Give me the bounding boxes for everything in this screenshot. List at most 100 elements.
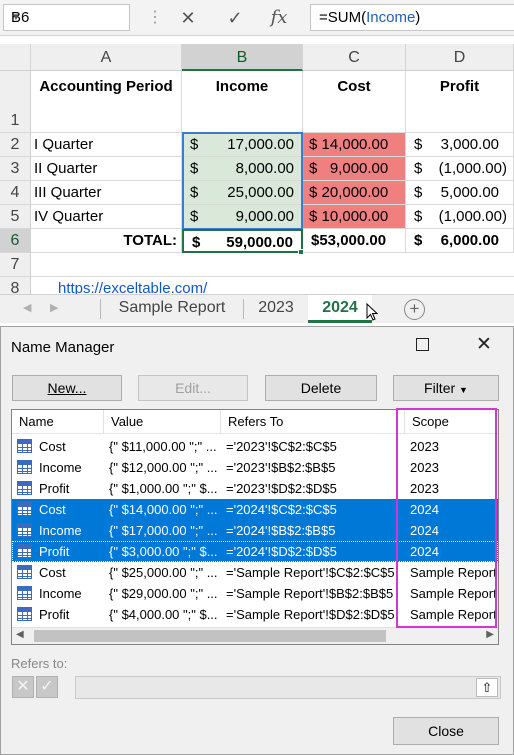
defined-name-icon (17, 565, 32, 579)
filter-button[interactable]: Filter ▼ (393, 375, 499, 401)
cell-profit-q2[interactable]: $ (1,000.00) (406, 157, 514, 181)
scrollbar-thumb[interactable] (34, 630, 386, 642)
tab-sample-report[interactable]: Sample Report (104, 295, 240, 323)
total-profit-value: 6,000.00 (440, 232, 499, 249)
defined-name-icon (17, 460, 32, 474)
name-cell: Profit (39, 481, 70, 496)
currency-symbol: $ (414, 136, 423, 153)
header-profit[interactable]: Profit (406, 71, 514, 133)
cell-total-cost[interactable]: $53,000.00 (303, 229, 406, 253)
row-header-1[interactable]: 1 (0, 71, 31, 133)
tab-scroll-left-icon[interactable]: ◀ (23, 301, 31, 314)
value-cell: {" $25,000.00 ";" ... (109, 565, 218, 580)
tab-2024[interactable]: 2024 (308, 295, 372, 323)
column-header-d[interactable]: D (406, 44, 514, 71)
column-name[interactable]: Name (12, 410, 104, 434)
cell-income-q1[interactable]: $17,000.00 (182, 133, 303, 157)
enter-icon[interactable]: ✓ (220, 5, 250, 31)
header-cost[interactable]: Cost (303, 71, 406, 133)
defined-name-icon (17, 544, 32, 558)
refers-to-cell: ='2024'!$B$2:$B$5 (226, 523, 336, 538)
chevron-down-icon[interactable]: ▼ (11, 12, 123, 23)
cancel-icon[interactable]: ✕ (173, 5, 203, 31)
formula-input[interactable]: =SUM(Income) (310, 4, 514, 31)
insert-function-button[interactable]: fx (264, 5, 294, 31)
row-header-2[interactable]: 2 (0, 133, 31, 157)
drag-handle-icon[interactable]: ⋮ (147, 7, 163, 27)
cell-income-q3[interactable]: $25,000.00 (182, 181, 303, 205)
value-cell: {" $14,000.00 ";" ... (109, 502, 218, 517)
name-cell: Profit (39, 607, 70, 622)
new-button[interactable]: New... (12, 375, 122, 401)
row-header-3[interactable]: 3 (0, 157, 31, 181)
cell-income-q4[interactable]: $9,000.00 (182, 205, 303, 229)
refers-to-cell: ='2023'!$C$2:$C$5 (226, 439, 337, 454)
refers-to-input[interactable]: ⇧ (75, 676, 501, 699)
cell-income-q2[interactable]: $8,000.00 (182, 157, 303, 181)
collapse-dialog-icon[interactable]: ⇧ (476, 678, 498, 697)
row-header-6[interactable]: 6 (0, 229, 31, 253)
filter-button-label: Filter (424, 380, 456, 396)
profit-value: (1,000.00) (438, 208, 507, 225)
column-header-a[interactable]: A (31, 44, 182, 71)
horizontal-scrollbar[interactable]: ◀ ▶ (12, 627, 498, 644)
header-income[interactable]: Income (182, 71, 303, 133)
scope-highlight-box (396, 408, 497, 628)
refers-to-cell: ='Sample Report'!$C$2:$C$5 (226, 565, 395, 580)
column-value[interactable]: Value (104, 410, 221, 434)
maximize-icon (416, 338, 429, 351)
row-7-cells[interactable] (31, 253, 514, 277)
maximize-button[interactable] (411, 335, 435, 357)
close-button[interactable]: Close (393, 717, 499, 745)
column-header-b[interactable]: B (182, 44, 303, 71)
cell-period-q2[interactable]: II Quarter (31, 157, 182, 181)
tab-2023[interactable]: 2023 (246, 295, 306, 323)
value-cell: {" $3,000.00 ";" $... (109, 544, 218, 559)
cell-total-label[interactable]: TOTAL: (31, 229, 182, 253)
income-value: 25,000.00 (227, 184, 294, 201)
cell-profit-q1[interactable]: $3,000.00 (406, 133, 514, 157)
profit-value: 5,000.00 (440, 184, 499, 201)
tab-scroll-right-icon[interactable]: ▶ (50, 301, 58, 314)
row-header-5[interactable]: 5 (0, 205, 31, 229)
column-refers-to[interactable]: Refers To (221, 410, 405, 434)
currency-symbol: $ (414, 208, 423, 225)
refers-to-cell: ='2024'!$C$2:$C$5 (226, 502, 337, 517)
column-header-c[interactable]: C (303, 44, 406, 71)
currency-symbol: $ (190, 160, 199, 177)
header-accounting-period[interactable]: Accounting Period (31, 71, 182, 133)
formula-range-name: Income (366, 9, 416, 26)
scroll-right-icon[interactable]: ▶ (486, 629, 494, 640)
cell-period-q1[interactable]: I Quarter (31, 133, 182, 157)
name-cell: Cost (39, 439, 66, 454)
currency-symbol: $ (190, 208, 199, 225)
cell-profit-q3[interactable]: $5,000.00 (406, 181, 514, 205)
defined-name-icon (17, 586, 32, 600)
cell-total-profit[interactable]: $6,000.00 (406, 229, 514, 253)
cell-cost-q1[interactable]: $ 14,000.00 (303, 133, 406, 157)
cell-period-q4[interactable]: IV Quarter (31, 205, 182, 229)
cancel-edit-icon[interactable]: ✕ (12, 676, 34, 698)
cell-profit-q4[interactable]: $ (1,000.00) (406, 205, 514, 229)
cell-cost-q2[interactable]: $ 9,000.00 (303, 157, 406, 181)
select-all-corner[interactable] (0, 44, 31, 71)
currency-symbol: $ (192, 234, 201, 251)
cell-cost-q3[interactable]: $ 20,000.00 (303, 181, 406, 205)
delete-button[interactable]: Delete (265, 375, 377, 401)
cell-cost-q4[interactable]: $ 10,000.00 (303, 205, 406, 229)
currency-symbol: $ (414, 232, 423, 249)
cell-total-income[interactable]: $59,000.00 (182, 229, 303, 253)
row-header-7[interactable]: 7 (0, 253, 31, 277)
row-header-4[interactable]: 4 (0, 181, 31, 205)
edit-button[interactable]: Edit... (138, 375, 248, 401)
name-cell: Income (39, 523, 82, 538)
cell-period-q3[interactable]: III Quarter (31, 181, 182, 205)
add-sheet-button[interactable]: + (404, 299, 425, 320)
confirm-edit-icon[interactable]: ✓ (36, 676, 58, 698)
formula-suffix: ) (415, 9, 421, 26)
refers-to-cell: ='Sample Report'!$D$2:$D$5 (226, 607, 395, 622)
scroll-left-icon[interactable]: ◀ (16, 629, 24, 640)
close-icon[interactable]: ✕ (472, 335, 496, 357)
value-cell: {" $17,000.00 ";" ... (109, 523, 218, 538)
name-box[interactable]: B6 ▼ (3, 4, 130, 31)
